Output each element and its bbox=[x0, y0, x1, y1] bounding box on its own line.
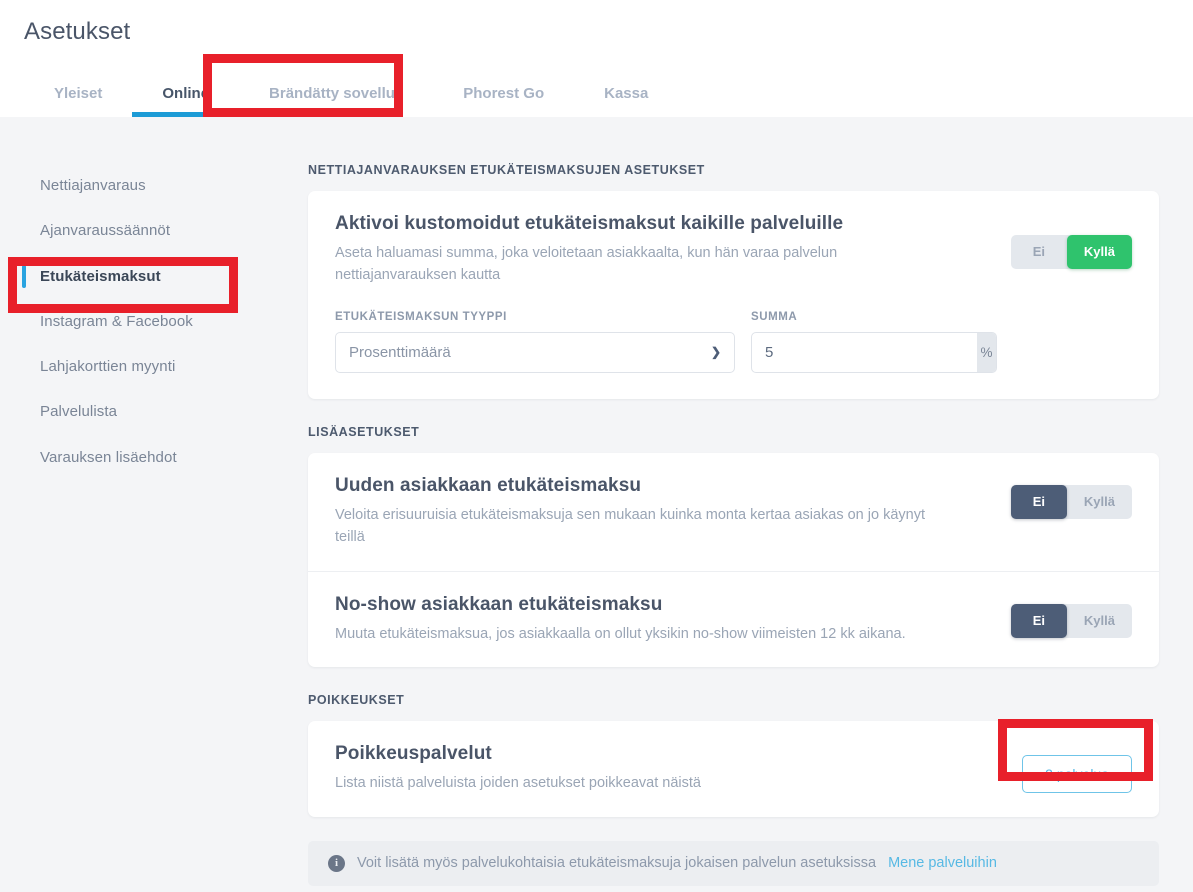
info-banner: i Voit lisätä myös palvelukohtaisia etuk… bbox=[308, 840, 1159, 886]
label-amount: SUMMA bbox=[751, 310, 798, 323]
section-heading-extra-settings: LISÄASETUKSET bbox=[308, 424, 420, 439]
row-noshow-customer-prepayment: No-show asiakkaan etukäteismaksu Muuta e… bbox=[308, 570, 1159, 667]
row-text: No-show asiakkaan etukäteismaksu Muuta e… bbox=[335, 594, 906, 645]
sidebar-item-palvelulista[interactable]: Palvelulista bbox=[0, 389, 300, 434]
field-group-prepayment-type: ETUKÄTEISMAKSUN TYYPPI Prosenttimäärä ❯ bbox=[335, 311, 735, 373]
sidebar-item-ajanvaraussaannot[interactable]: Ajanvaraussäännöt bbox=[0, 208, 300, 253]
row-text: Uuden asiakkaan etukäteismaksu Veloita e… bbox=[335, 475, 935, 549]
sidebar-item-etukateismaksut[interactable]: Etukäteismaksut bbox=[0, 254, 300, 299]
card-exceptions: Poikkeuspalvelut Lista niistä palveluist… bbox=[308, 721, 1159, 817]
card-extra-settings: Uuden asiakkaan etukäteismaksu Veloita e… bbox=[308, 452, 1159, 668]
section-heading-online-prepayments: NETTIAJANVARAUKSEN ETUKÄTEISMAKSUJEN ASE… bbox=[308, 163, 705, 177]
tab-yleiset[interactable]: Yleiset bbox=[24, 86, 132, 117]
row-text: Aktivoi kustomoidut etukäteismaksut kaik… bbox=[335, 213, 935, 287]
amount-suffix-percent: % bbox=[977, 332, 996, 372]
chevron-down-icon: ❯ bbox=[710, 345, 721, 360]
toggle-option-yes[interactable]: Kyllä bbox=[1067, 485, 1132, 519]
amount-input[interactable] bbox=[752, 332, 977, 372]
row-title: Aktivoi kustomoidut etukäteismaksut kaik… bbox=[335, 213, 844, 234]
row-exception-services: Poikkeuspalvelut Lista niistä palveluist… bbox=[308, 721, 1159, 816]
info-icon: i bbox=[328, 854, 345, 872]
toggle-option-no[interactable]: Ei bbox=[1010, 603, 1067, 639]
sidebar-item-lahjakorttien-myynti[interactable]: Lahjakorttien myynti bbox=[0, 344, 300, 389]
row-activate-custom-prepayments: Aktivoi kustomoidut etukäteismaksut kaik… bbox=[308, 191, 1159, 309]
row-title: Uuden asiakkaan etukäteismaksu bbox=[335, 474, 642, 496]
tab-phorest-go[interactable]: Phorest Go bbox=[433, 86, 574, 117]
prepayment-fields: ETUKÄTEISMAKSUN TYYPPI Prosenttimäärä ❯ … bbox=[308, 309, 1159, 399]
label-prepayment-type: ETUKÄTEISMAKSUN TYYPPI bbox=[335, 310, 507, 323]
amount-field-wrapper: % bbox=[751, 331, 997, 373]
page-title: Asetukset bbox=[24, 18, 131, 45]
toggle-new-customer-prepayment[interactable]: Ei Kyllä bbox=[1010, 484, 1132, 520]
row-title: No-show asiakkaan etukäteismaksu bbox=[335, 593, 663, 615]
tab-online[interactable]: Online bbox=[132, 86, 239, 117]
info-banner-text: Voit lisätä myös palvelukohtaisia etukät… bbox=[357, 855, 877, 872]
select-prepayment-type-value: Prosenttimäärä bbox=[349, 343, 451, 361]
toggle-option-no[interactable]: Ei bbox=[1011, 235, 1067, 269]
sidebar-item-nettiajanvaraus[interactable]: Nettiajanvaraus bbox=[0, 163, 300, 208]
main-content: NETTIAJANVARAUKSEN ETUKÄTEISMAKSUJEN ASE… bbox=[300, 117, 1193, 892]
row-title: Poikkeuspalvelut bbox=[335, 743, 492, 765]
toggle-option-no[interactable]: Ei bbox=[1010, 484, 1067, 520]
row-text: Poikkeuspalvelut Lista niistä palveluist… bbox=[335, 743, 701, 794]
row-description: Aseta haluamasi summa, joka veloitetaan … bbox=[335, 245, 838, 284]
sidebar-item-instagram-facebook[interactable]: Instagram & Facebook bbox=[0, 299, 300, 344]
exception-services-button[interactable]: 2 palvelua bbox=[1022, 755, 1132, 794]
section-heading-exceptions: POIKKEUKSET bbox=[308, 693, 405, 708]
toggle-activate-custom-prepayments[interactable]: Ei Kyllä bbox=[1010, 235, 1132, 270]
row-new-customer-prepayment: Uuden asiakkaan etukäteismaksu Veloita e… bbox=[308, 453, 1159, 571]
toggle-noshow-customer-prepayment[interactable]: Ei Kyllä bbox=[1010, 603, 1132, 639]
page-header: Asetukset Yleiset Online Brändätty sovel… bbox=[0, 0, 1193, 117]
select-prepayment-type[interactable]: Prosenttimäärä ❯ bbox=[335, 331, 735, 373]
toggle-option-yes[interactable]: Kyllä bbox=[1067, 604, 1132, 638]
sidebar: Nettiajanvaraus Ajanvaraussäännöt Etukät… bbox=[0, 117, 300, 892]
row-description: Muuta etukäteismaksua, jos asiakkaalla o… bbox=[335, 625, 906, 642]
tab-brandatty-sovellus[interactable]: Brändätty sovellus bbox=[239, 86, 433, 117]
toggle-option-yes[interactable]: Kyllä bbox=[1066, 235, 1132, 270]
row-description: Lista niistä palveluista joiden asetukse… bbox=[335, 775, 701, 792]
info-banner-link[interactable]: Mene palveluihin bbox=[888, 855, 997, 871]
page-body: Nettiajanvaraus Ajanvaraussäännöt Etukät… bbox=[0, 117, 1193, 892]
field-group-amount: SUMMA % bbox=[751, 311, 997, 373]
row-description: Veloita erisuuruisia etukäteismaksuja se… bbox=[335, 506, 925, 546]
sidebar-item-varauksen-lisaehdot[interactable]: Varauksen lisäehdot bbox=[0, 435, 300, 480]
tab-bar: Yleiset Online Brändätty sovellus Phores… bbox=[24, 70, 678, 117]
tab-kassa[interactable]: Kassa bbox=[574, 86, 678, 117]
card-online-prepayments: Aktivoi kustomoidut etukäteismaksut kaik… bbox=[308, 191, 1159, 399]
